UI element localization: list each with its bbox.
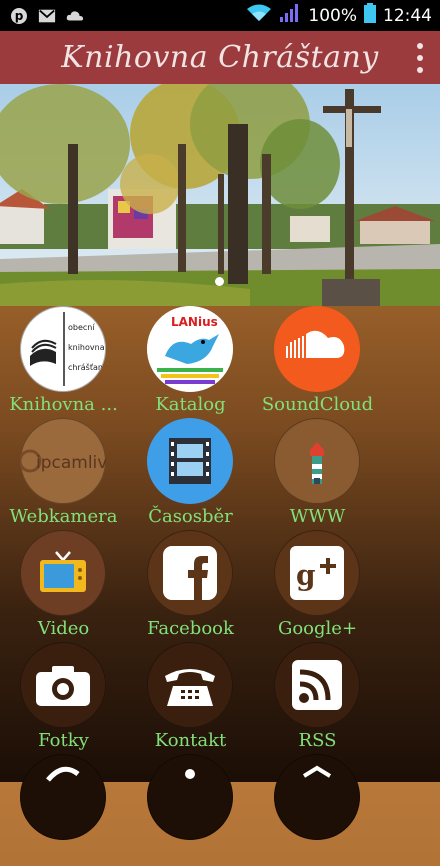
app-bar: Knihovna Chráštany [0,31,440,84]
svg-text:ipcamlive: ipcamlive [36,453,106,473]
status-bar: p 100% 12:44 [0,0,440,31]
battery-icon [364,3,376,28]
lanius-bird-icon: LANius [147,306,233,392]
partial-icon [274,754,360,840]
signal-icon [279,3,301,28]
svg-text:chrášťany: chrášťany [68,362,106,372]
tile-casosber[interactable]: Časosběr [127,418,254,530]
tv-icon [20,530,106,616]
gmail-icon [38,7,56,25]
tile-rss[interactable]: RSS [254,642,381,754]
partial-icon [20,754,106,840]
page-indicator-dot[interactable] [215,277,224,286]
tile-facebook[interactable]: Facebook [127,530,254,642]
soundcloud-icon [274,306,360,392]
tile-label: Kontakt [154,730,227,751]
tile-label: RSS [298,730,337,751]
battery-level: 100% [308,5,357,26]
svg-text:g: g [296,559,316,592]
tile-label: SoundCloud [261,394,374,415]
facebook-icon [147,530,233,616]
cloud-icon [66,7,84,25]
tile-grid: obecní knihovna chrášťany Knihovna ... L… [0,306,440,840]
tile-label: Facebook [147,618,234,639]
clock: 12:44 [383,5,432,26]
tile-webkamera[interactable]: ipcamlive Webkamera [0,418,127,530]
tile-kontakt[interactable]: Kontakt [127,642,254,754]
svg-text:LANius: LANius [171,315,218,329]
ipcamlive-icon: ipcamlive [20,418,106,504]
library-logo-icon: obecní knihovna chrášťany [20,306,106,392]
pinterest-icon: p [10,7,28,25]
lighthouse-icon [274,418,360,504]
tile-partial-3[interactable] [254,754,381,866]
tile-label: Google+ [277,618,358,639]
partial-icon [147,754,233,840]
tile-knihovna[interactable]: obecní knihovna chrášťany Knihovna ... [0,306,127,418]
tile-googleplus[interactable]: g Google+ [254,530,381,642]
tile-partial-2[interactable] [127,754,254,866]
film-strip-icon [147,418,233,504]
tile-label: Katalog [155,394,226,415]
tile-fotky[interactable]: Fotky [0,642,127,754]
overflow-menu-icon[interactable] [414,43,426,73]
app-title: Knihovna Chráštany [61,40,379,75]
svg-text:p: p [15,9,24,23]
hero-image[interactable] [0,84,440,306]
tile-soundcloud[interactable]: SoundCloud [254,306,381,418]
tile-label: Časosběr [148,506,233,527]
tile-katalog[interactable]: LANius Katalog [127,306,254,418]
svg-text:knihovna: knihovna [68,343,105,352]
wifi-icon [246,3,272,28]
svg-text:obecní: obecní [68,323,95,332]
camera-icon [20,642,106,728]
tile-partial-1[interactable] [0,754,127,866]
google-plus-icon: g [274,530,360,616]
tile-video[interactable]: Video [0,530,127,642]
tile-label: WWW [289,506,346,527]
tile-www[interactable]: WWW [254,418,381,530]
rss-icon [274,642,360,728]
phone-icon [147,642,233,728]
